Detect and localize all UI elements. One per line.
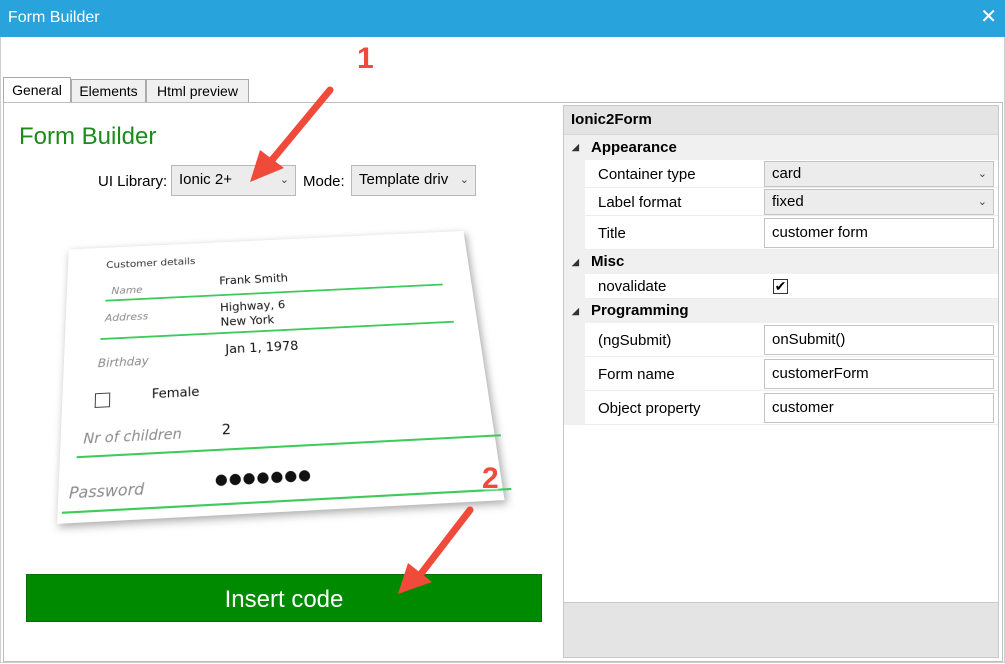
chevron-down-icon: ⌄ xyxy=(977,168,987,180)
novalidate-checkbox[interactable]: ✔ xyxy=(773,279,788,294)
mode-select[interactable]: Template driv ⌄ xyxy=(351,165,476,196)
tab-html-preview[interactable]: Html preview xyxy=(146,79,249,103)
preview-address-line1: Highway, 6 xyxy=(219,298,286,314)
title-input[interactable]: customer form xyxy=(764,218,994,248)
label-format-select[interactable]: fixed ⌄ xyxy=(764,189,994,215)
object-property-input[interactable]: customer xyxy=(764,393,994,423)
property-row-container-type: Container type card ⌄ xyxy=(564,160,998,188)
property-row-object-property: Object property customer xyxy=(564,391,998,425)
chevron-down-icon: ⌄ xyxy=(977,196,987,208)
preview-children-value: 2 xyxy=(221,421,232,439)
annotation-marker-2: 2 xyxy=(482,462,499,495)
form-preview-card: Customer details Name Frank Smith Addres… xyxy=(57,230,512,524)
label-format-value: fixed xyxy=(772,193,804,210)
preview-address-underline xyxy=(100,320,454,340)
tab-elements[interactable]: Elements xyxy=(71,79,146,103)
close-icon[interactable]: ✕ xyxy=(980,7,997,27)
chevron-down-icon: ⌄ xyxy=(279,174,289,186)
property-grid-object-name: Ionic2Form xyxy=(564,106,998,134)
property-row-title: Title customer form xyxy=(564,216,998,250)
chevron-down-icon: ⌄ xyxy=(459,174,469,186)
mode-label: Mode: xyxy=(303,173,345,190)
category-programming-label: Programming xyxy=(591,302,689,319)
page-title: Form Builder xyxy=(19,123,157,150)
category-appearance-label: Appearance xyxy=(591,139,677,156)
title-bar: Form Builder ✕ xyxy=(0,0,1005,37)
window-title: Form Builder xyxy=(8,9,100,26)
ngsubmit-input[interactable]: onSubmit() xyxy=(764,325,994,355)
preview-password-value: ●●●●●●● xyxy=(214,466,313,489)
ui-library-select[interactable]: Ionic 2+ ⌄ xyxy=(171,165,296,196)
preview-name-value: Frank Smith xyxy=(219,271,289,288)
preview-female-label: Female xyxy=(151,385,200,403)
preview-female-checkbox xyxy=(94,392,111,408)
triangle-collapse-icon[interactable]: ◢ xyxy=(572,299,579,323)
tab-general[interactable]: General xyxy=(3,77,71,103)
category-misc-label: Misc xyxy=(591,253,625,270)
mode-value: Template driv xyxy=(359,171,449,188)
property-name: Form name xyxy=(598,366,675,383)
property-name: Label format xyxy=(598,194,682,211)
container-type-select[interactable]: card ⌄ xyxy=(764,161,994,187)
preview-address-label: Address xyxy=(104,310,149,325)
category-appearance[interactable]: ◢ Appearance xyxy=(564,135,998,160)
property-grid: Ionic2Form ◢ Appearance Container type c… xyxy=(563,105,999,658)
preview-address-line2: New York xyxy=(220,313,275,329)
property-name: Title xyxy=(598,225,626,242)
property-row-novalidate: novalidate ✔ xyxy=(564,274,998,299)
triangle-collapse-icon[interactable]: ◢ xyxy=(572,250,579,274)
property-name: novalidate xyxy=(598,278,667,295)
property-name: (ngSubmit) xyxy=(598,332,672,349)
preview-name-label: Name xyxy=(111,283,143,297)
property-name: Container type xyxy=(598,166,696,183)
form-name-input[interactable]: customerForm xyxy=(764,359,994,389)
insert-code-button[interactable]: Insert code xyxy=(26,574,542,622)
container-type-value: card xyxy=(772,165,802,182)
property-row-label-format: Label format fixed ⌄ xyxy=(564,188,998,216)
category-programming[interactable]: ◢ Programming xyxy=(564,299,998,323)
ui-library-label: UI Library: xyxy=(98,173,168,190)
property-row-ngsubmit: (ngSubmit) onSubmit() xyxy=(564,323,998,357)
triangle-collapse-icon[interactable]: ◢ xyxy=(572,135,579,160)
preview-password-label: Password xyxy=(68,479,145,503)
property-grid-body: ◢ Appearance Container type card ⌄ Label… xyxy=(564,134,998,603)
property-name: Object property xyxy=(598,400,701,417)
preview-birthday-value: Jan 1, 1978 xyxy=(225,339,299,358)
preview-children-label: Nr of children xyxy=(83,426,182,448)
ui-library-value: Ionic 2+ xyxy=(179,171,232,188)
annotation-marker-1: 1 xyxy=(357,42,374,75)
category-misc[interactable]: ◢ Misc xyxy=(564,250,998,274)
preview-birthday-label: Birthday xyxy=(97,354,149,371)
property-row-form-name: Form name customerForm xyxy=(564,357,998,391)
preview-section-title: Customer details xyxy=(106,255,196,271)
